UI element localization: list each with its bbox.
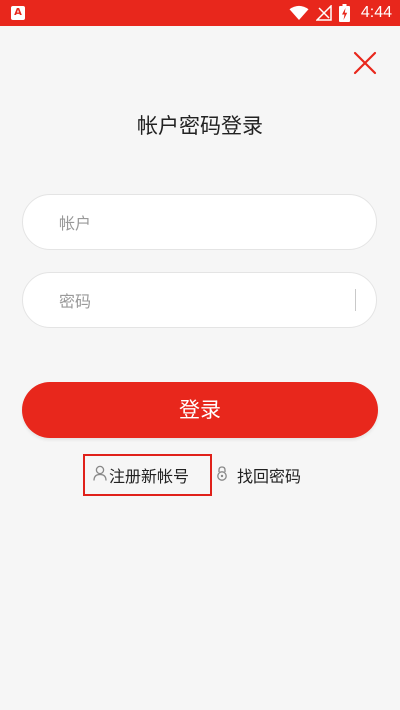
- find-password-link[interactable]: 找回密码: [213, 454, 301, 496]
- status-icons: 4:44: [289, 3, 392, 23]
- register-new-account-link[interactable]: 注册新帐号: [83, 454, 212, 496]
- text-cursor: [355, 289, 356, 311]
- key-lock-icon: [215, 465, 229, 485]
- page-title: 帐户密码登录: [137, 114, 263, 138]
- account-input[interactable]: [57, 195, 351, 251]
- account-field[interactable]: [22, 194, 377, 251]
- register-link-label: 注册新帐号: [109, 467, 190, 486]
- wifi-icon: [289, 5, 309, 20]
- battery-charging-icon: [338, 4, 350, 22]
- app-notification-letter: A: [14, 7, 22, 18]
- login-button[interactable]: 登录: [22, 382, 378, 438]
- close-icon: [353, 51, 377, 75]
- user-icon: [93, 465, 107, 485]
- close-button[interactable]: [350, 48, 380, 78]
- status-time: 4:44: [360, 4, 392, 21]
- password-input[interactable]: [57, 273, 351, 329]
- password-field[interactable]: [22, 272, 377, 329]
- no-signal-icon: [315, 5, 332, 21]
- status-bar: A 4:44: [0, 0, 400, 26]
- app-notification-icon: A: [11, 6, 25, 20]
- find-password-label: 找回密码: [237, 467, 302, 486]
